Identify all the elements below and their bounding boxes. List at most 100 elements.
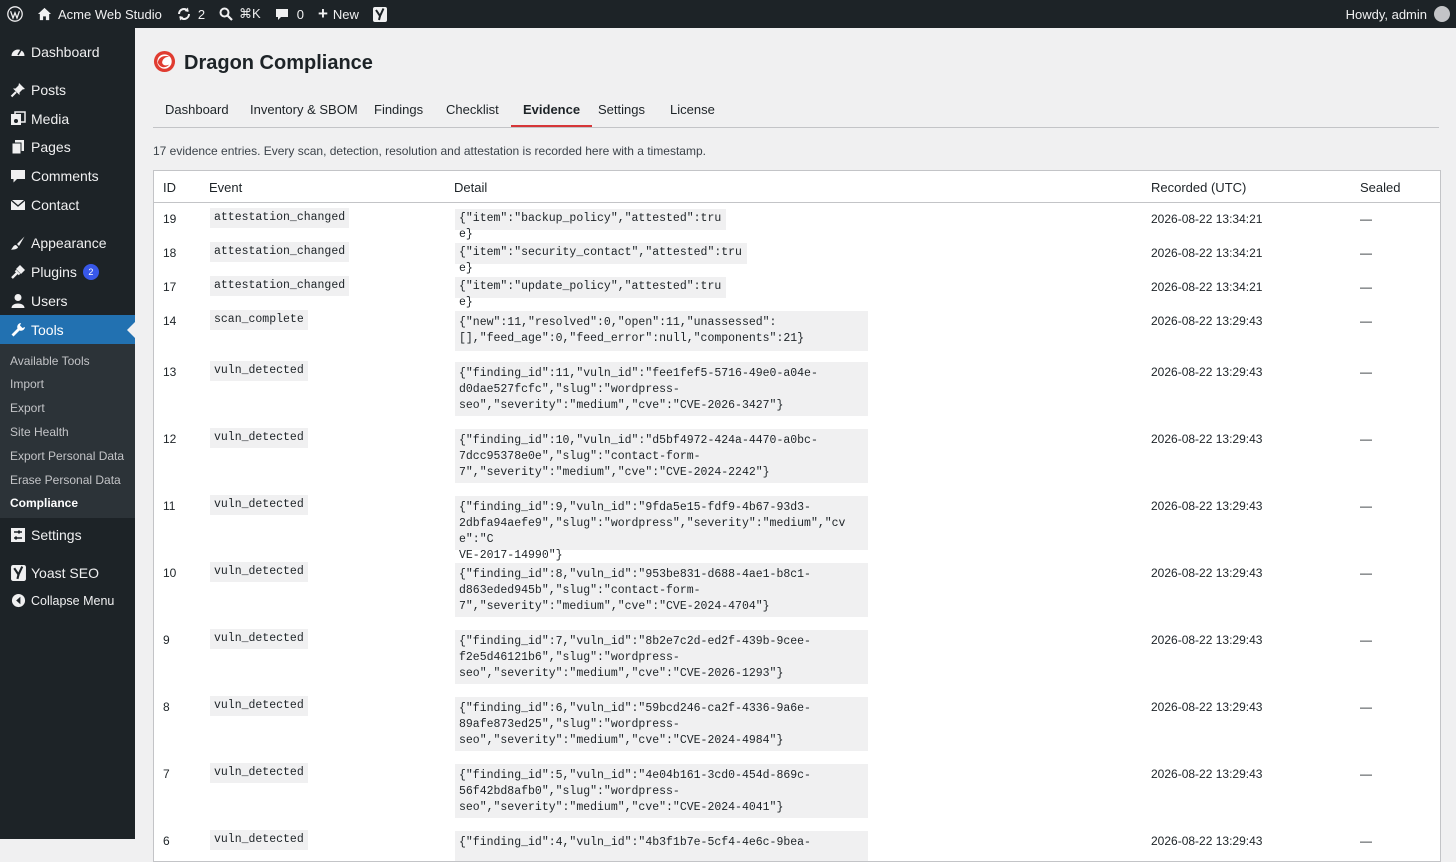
command-palette-link[interactable]: ⌘K xyxy=(212,0,268,28)
plugins-update-badge: 2 xyxy=(82,263,99,280)
tab-dashboard[interactable]: Dashboard xyxy=(153,92,241,126)
page-header: Dragon Compliance xyxy=(153,50,373,76)
header-sealed: Sealed xyxy=(1360,180,1401,195)
comments-link[interactable]: 0 xyxy=(268,0,311,28)
row-detail: {"finding_id":9,"vuln_id":"9fda5e15-fdf9… xyxy=(455,496,868,562)
row-event: attestation_changed xyxy=(210,242,350,262)
submenu-export[interactable]: Export xyxy=(10,401,45,415)
row-sealed: — xyxy=(1360,432,1372,446)
menu-tools-label: Tools xyxy=(31,321,64,338)
row-recorded: 2026-08-22 13:29:43 xyxy=(1151,499,1263,513)
row-sealed: — xyxy=(1360,767,1372,781)
admin-sidebar: Dashboard Posts Media Pages Comments Con… xyxy=(0,28,135,839)
tab-license[interactable]: License xyxy=(658,92,727,126)
menu-settings[interactable]: Settings xyxy=(0,520,135,549)
row-id: 6 xyxy=(163,834,170,848)
yoast-icon xyxy=(8,563,28,583)
howdy-text: Howdy, admin xyxy=(1345,6,1427,22)
row-detail: {"finding_id":5,"vuln_id":"4e04b161-3cd0… xyxy=(455,764,868,818)
menu-posts[interactable]: Posts xyxy=(0,75,135,104)
user-icon xyxy=(8,291,28,311)
submenu-import[interactable]: Import xyxy=(10,377,44,391)
submenu-erase-personal-data[interactable]: Erase Personal Data xyxy=(10,473,121,487)
menu-pages[interactable]: Pages xyxy=(0,132,135,161)
paintbrush-icon xyxy=(8,233,28,253)
menu-dashboard[interactable]: Dashboard xyxy=(0,37,135,66)
table-header: ID Event Detail Recorded (UTC) Sealed xyxy=(154,171,1440,203)
settings-sliders-icon xyxy=(8,525,28,545)
menu-plugins[interactable]: Plugins 2 xyxy=(0,257,135,286)
submenu-export-personal-data[interactable]: Export Personal Data xyxy=(10,449,124,463)
tab-settings[interactable]: Settings xyxy=(586,92,657,126)
submenu-available-tools[interactable]: Available Tools xyxy=(10,354,90,368)
header-recorded: Recorded (UTC) xyxy=(1151,180,1247,195)
tab-findings[interactable]: Findings xyxy=(362,92,435,126)
row-id: 11 xyxy=(163,499,176,513)
new-label: New xyxy=(332,6,359,22)
my-account-link[interactable]: Howdy, admin xyxy=(1339,0,1456,28)
row-recorded: 2026-08-22 13:29:43 xyxy=(1151,365,1263,379)
row-detail: {"new":11,"resolved":0,"open":11,"unasse… xyxy=(455,311,868,351)
menu-yoast-seo[interactable]: Yoast SEO xyxy=(0,558,135,587)
yoast-menu-link[interactable] xyxy=(366,0,394,28)
wordpress-logo-icon[interactable] xyxy=(0,0,30,28)
row-event: vuln_detected xyxy=(210,562,308,582)
site-name-link[interactable]: Acme Web Studio xyxy=(30,0,169,28)
menu-users-label: Users xyxy=(31,292,68,309)
row-recorded: 2026-08-22 13:29:43 xyxy=(1151,834,1263,848)
media-icon xyxy=(8,109,28,129)
updates-icon xyxy=(176,6,192,22)
row-recorded: 2026-08-22 13:29:43 xyxy=(1151,566,1263,580)
row-event: vuln_detected xyxy=(210,629,308,649)
row-recorded: 2026-08-22 13:29:43 xyxy=(1151,432,1263,446)
envelope-icon xyxy=(8,195,28,215)
menu-media-label: Media xyxy=(31,110,70,127)
header-id: ID xyxy=(163,180,176,195)
row-event: vuln_detected xyxy=(210,361,308,381)
row-sealed: — xyxy=(1360,212,1372,226)
row-detail: {"finding_id":11,"vuln_id":"fee1fef5-571… xyxy=(455,362,868,416)
row-id: 14 xyxy=(163,314,177,328)
row-sealed: — xyxy=(1360,834,1372,848)
row-detail: {"finding_id":10,"vuln_id":"d5bf4972-424… xyxy=(455,429,868,483)
row-id: 8 xyxy=(163,700,170,714)
menu-comments[interactable]: Comments xyxy=(0,161,135,190)
row-detail: {"finding_id":7,"vuln_id":"8b2e7c2d-ed2f… xyxy=(455,630,868,684)
plus-icon: + xyxy=(317,4,328,23)
row-event: vuln_detected xyxy=(210,763,308,783)
evidence-summary: 17 evidence entries. Every scan, detecti… xyxy=(153,144,706,158)
row-sealed: — xyxy=(1360,700,1372,714)
tab-inventory-sbom[interactable]: Inventory & SBOM xyxy=(238,92,370,126)
site-name: Acme Web Studio xyxy=(58,6,162,22)
tab-evidence[interactable]: Evidence xyxy=(511,92,593,127)
header-detail: Detail xyxy=(454,180,488,195)
row-detail: {"item":"update_policy","attested":true} xyxy=(455,277,726,309)
new-content-link[interactable]: + New xyxy=(311,0,366,28)
menu-media[interactable]: Media xyxy=(0,104,135,133)
menu-tools[interactable]: Tools xyxy=(0,315,135,344)
menu-settings-label: Settings xyxy=(31,526,82,543)
row-detail: {"item":"backup_policy","attested":true} xyxy=(455,209,726,241)
row-event: vuln_detected xyxy=(210,696,308,716)
menu-users[interactable]: Users xyxy=(0,286,135,315)
row-sealed: — xyxy=(1360,499,1372,513)
submenu-site-health[interactable]: Site Health xyxy=(10,425,69,439)
menu-contact[interactable]: Contact xyxy=(0,190,135,219)
row-event: vuln_detected xyxy=(210,830,308,850)
avatar xyxy=(1434,6,1450,22)
yoast-logo-icon xyxy=(372,6,387,22)
row-recorded: 2026-08-22 13:29:43 xyxy=(1151,700,1263,714)
updates-link[interactable]: 2 xyxy=(169,0,212,28)
row-event: vuln_detected xyxy=(210,495,308,515)
collapse-menu-button[interactable]: Collapse Menu xyxy=(0,586,135,615)
tab-checklist[interactable]: Checklist xyxy=(434,92,511,126)
menu-posts-label: Posts xyxy=(31,81,67,98)
main-content: Dragon Compliance Dashboard Inventory & … xyxy=(135,28,1456,862)
menu-comments-label: Comments xyxy=(31,167,99,184)
submenu-compliance[interactable]: Compliance xyxy=(10,496,78,510)
menu-appearance-label: Appearance xyxy=(31,234,107,251)
collapse-arrow-icon xyxy=(8,591,28,611)
menu-appearance[interactable]: Appearance xyxy=(0,228,135,257)
search-shortcut: ⌘K xyxy=(239,6,261,21)
row-id: 18 xyxy=(163,246,177,260)
